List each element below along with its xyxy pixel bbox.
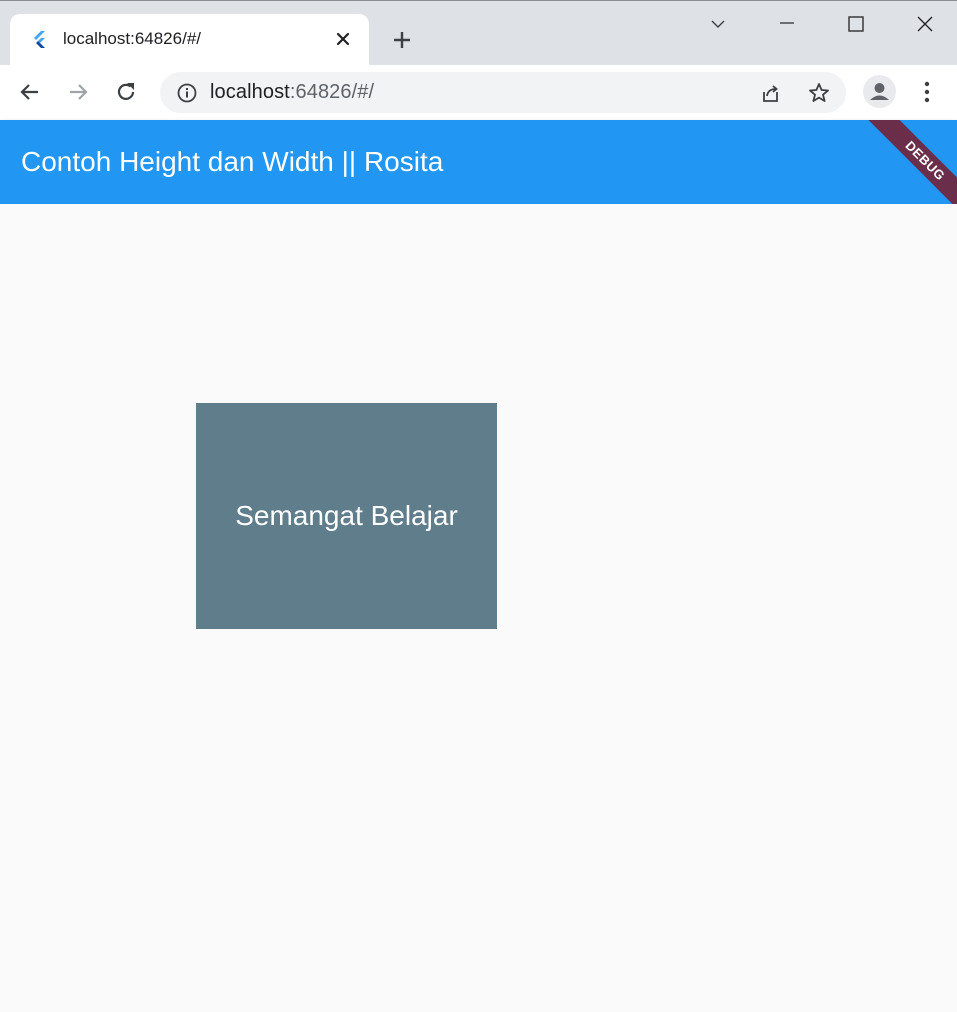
share-icon[interactable]: [758, 81, 782, 105]
sized-container: Semangat Belajar: [196, 403, 497, 629]
flutter-favicon-icon: [34, 31, 45, 48]
debug-banner: DEBUG: [857, 120, 957, 204]
window-close-icon: [917, 16, 933, 32]
app-bar-title: Contoh Height dan Width || Rosita: [21, 146, 444, 177]
reload-icon[interactable]: [113, 79, 139, 105]
minimize-icon: [780, 22, 794, 24]
app-bar: Contoh Height dan Width || Rosita DEBUG: [0, 120, 957, 204]
browser-toolbar: localhost:64826/#/: [0, 65, 957, 120]
tab-title: localhost:64826/#/: [63, 29, 201, 48]
close-icon[interactable]: [334, 30, 352, 48]
star-icon[interactable]: [807, 81, 831, 105]
minimize-button[interactable]: [772, 10, 802, 40]
url-text[interactable]: localhost:64826/#/: [210, 81, 374, 104]
app-body: Semangat Belajar: [0, 204, 957, 1012]
back-arrow-icon[interactable]: [17, 79, 43, 105]
url-host: localhost: [210, 81, 290, 103]
more-vert-icon[interactable]: [916, 79, 938, 105]
window-close-button[interactable]: [910, 10, 940, 40]
profile-button[interactable]: [863, 75, 896, 108]
tab-strip: localhost:64826/#/: [0, 0, 957, 66]
plus-icon[interactable]: [390, 28, 414, 52]
forward-arrow-icon[interactable]: [65, 79, 91, 105]
tab-search-button[interactable]: [703, 10, 733, 40]
chevron-down-icon: [711, 20, 725, 28]
browser-tab[interactable]: localhost:64826/#/: [10, 14, 369, 66]
profile-icon: [870, 83, 889, 100]
url-path: :64826/#/: [289, 81, 375, 103]
container-text: Semangat Belajar: [235, 500, 458, 531]
maximize-button[interactable]: [841, 10, 871, 40]
maximize-icon: [848, 16, 864, 32]
address-bar[interactable]: localhost:64826/#/: [160, 72, 846, 113]
info-icon[interactable]: [176, 82, 198, 104]
